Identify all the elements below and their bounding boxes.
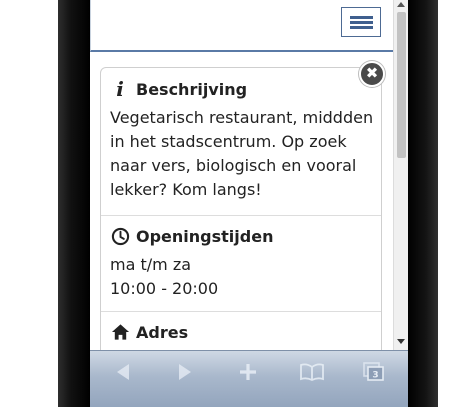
close-button[interactable]: ✖: [359, 61, 385, 87]
menu-button[interactable]: [341, 7, 381, 37]
browser-toolbar: 3: [90, 350, 408, 407]
description-line: naar vers, biologisch en vooral: [110, 156, 357, 175]
add-icon: [240, 364, 256, 380]
bookmarks-icon: [300, 363, 324, 381]
address-section: Adres: [101, 321, 381, 343]
phone-frame-left: [58, 0, 90, 407]
description-line: lekker? Kom langs!: [110, 180, 262, 199]
browser-screen: i Beschrijving Vegetarisch restaurant, m…: [90, 0, 408, 407]
add-button[interactable]: [237, 361, 259, 383]
back-icon: [117, 364, 129, 380]
vertical-scrollbar[interactable]: [393, 0, 408, 350]
description-line: in het stadscentrum. Op zoek: [110, 132, 347, 151]
opening-hours-heading: Openingstijden: [136, 226, 274, 246]
opening-times: 10:00 - 20:00: [110, 279, 219, 298]
clock-icon: [110, 226, 130, 246]
tabs-icon: 3: [363, 362, 384, 381]
section-divider: [101, 311, 381, 312]
description-heading-row: i Beschrijving: [110, 78, 381, 100]
section-divider: [101, 215, 381, 216]
back-button[interactable]: [112, 361, 134, 383]
description-line: Vegetarisch restaurant, middden: [110, 108, 374, 127]
page-header: [90, 0, 393, 52]
address-heading: Adres: [136, 322, 189, 342]
phone-frame-right: [408, 0, 438, 407]
address-heading-row: Adres: [110, 321, 381, 343]
opening-hours-text: ma t/m za 10:00 - 20:00: [110, 253, 374, 301]
scroll-up-arrow[interactable]: [397, 2, 405, 7]
description-section: i Beschrijving Vegetarisch restaurant, m…: [101, 78, 381, 202]
info-icon: i: [116, 77, 124, 101]
close-icon: ✖: [365, 64, 379, 82]
scroll-thumb[interactable]: [397, 12, 406, 158]
opening-hours-section: Openingstijden ma t/m za 10:00 - 20:00: [101, 225, 381, 301]
bookmarks-button[interactable]: [298, 361, 326, 383]
description-heading: Beschrijving: [136, 79, 248, 99]
opening-hours-heading-row: Openingstijden: [110, 225, 381, 247]
info-card: i Beschrijving Vegetarisch restaurant, m…: [100, 67, 382, 367]
opening-days: ma t/m za: [110, 255, 192, 274]
forward-icon: [179, 364, 191, 380]
scroll-down-arrow[interactable]: [397, 339, 405, 344]
tabs-button[interactable]: 3: [362, 361, 386, 383]
tab-count: 3: [372, 371, 378, 381]
forward-button[interactable]: [174, 361, 196, 383]
home-icon: [110, 322, 130, 342]
hamburger-menu-icon: [350, 16, 373, 19]
description-text: Vegetarisch restaurant, middden in het s…: [110, 106, 374, 202]
